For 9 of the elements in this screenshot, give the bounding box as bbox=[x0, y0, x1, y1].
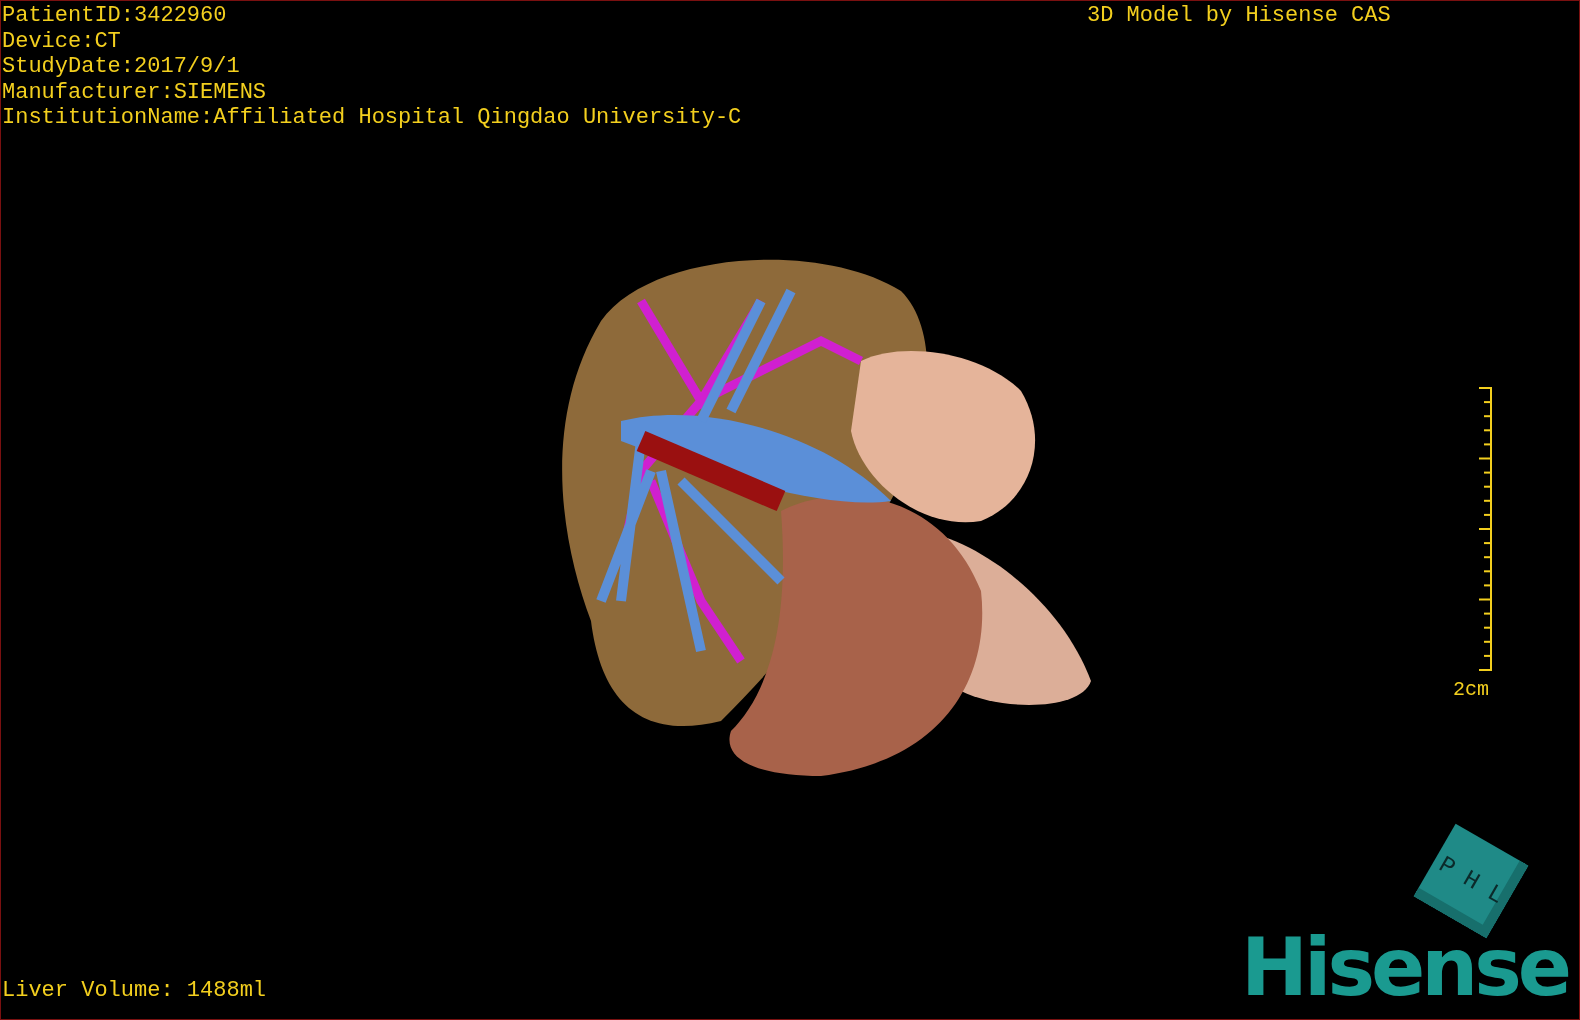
study-info-line: StudyDate:2017/9/1 bbox=[2, 54, 241, 80]
study-info-line: Device:CT bbox=[2, 28, 122, 54]
scale-label: 2cm bbox=[1453, 679, 1489, 701]
logo: Hisense bbox=[1241, 926, 1569, 1010]
viewer-title: 3D Model by Hisense CAS bbox=[1087, 3, 1391, 28]
study-info-line: PatientID:3422960 bbox=[2, 3, 228, 29]
liver-volume: Liver Volume: 1488ml bbox=[2, 978, 267, 1003]
study-info-line: InstitutionName:Affiliated Hospital Qingdao University-C bbox=[2, 105, 742, 131]
study-info-line: Manufacturer:SIEMENS bbox=[2, 79, 268, 105]
